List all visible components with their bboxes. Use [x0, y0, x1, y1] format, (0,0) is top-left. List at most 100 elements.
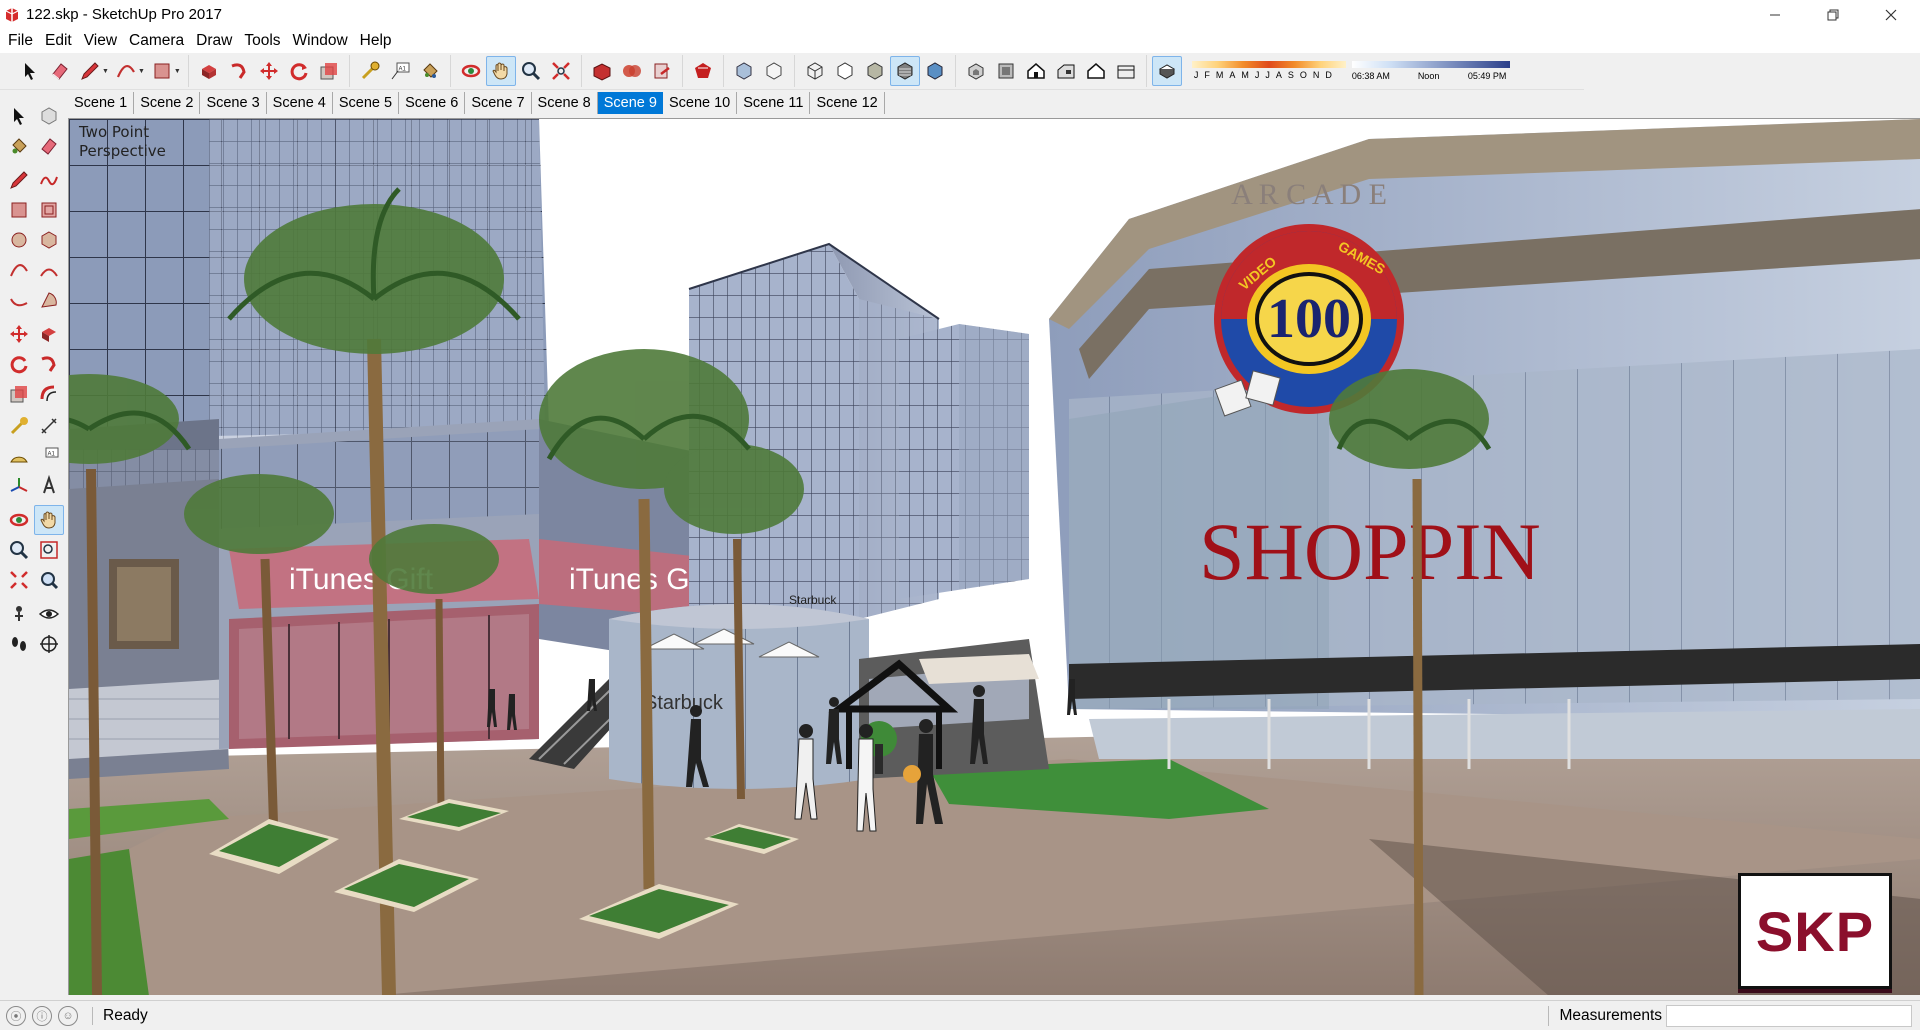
- geolocation-icon[interactable]: ⦿: [6, 1005, 26, 1026]
- lt-pie-button[interactable]: [34, 285, 64, 315]
- back-view-button[interactable]: [1081, 56, 1111, 86]
- menu-file[interactable]: File: [2, 29, 39, 53]
- follow-me-button[interactable]: [224, 56, 254, 86]
- tab-scene-6[interactable]: Scene 6: [399, 92, 466, 114]
- menu-tools[interactable]: Tools: [238, 29, 286, 53]
- lt-rotated-rectangle-button[interactable]: [34, 195, 64, 225]
- lt-eraser-button[interactable]: [34, 131, 64, 161]
- scale-tool-button[interactable]: [314, 56, 344, 86]
- lt-position-camera-button[interactable]: [4, 599, 34, 629]
- back-edges-style-button[interactable]: [759, 56, 789, 86]
- shadows-toggle-button[interactable]: [1151, 56, 1182, 86]
- rotate-tool-button[interactable]: [284, 56, 314, 86]
- lt-zoom-window-button[interactable]: [34, 535, 64, 565]
- lt-rectangle-button[interactable]: [4, 195, 34, 225]
- restore-button[interactable]: [1804, 0, 1862, 29]
- tab-scene-7[interactable]: Scene 7: [465, 92, 532, 114]
- lt-push-pull-button[interactable]: [34, 319, 64, 349]
- tab-scene-1[interactable]: Scene 1: [68, 92, 135, 114]
- tab-scene-11[interactable]: Scene 11: [737, 92, 811, 114]
- tab-scene-2[interactable]: Scene 2: [134, 92, 201, 114]
- text-tool-button[interactable]: A1: [385, 56, 415, 86]
- lt-zoom-button[interactable]: [4, 535, 34, 565]
- top-view-button[interactable]: [991, 56, 1021, 86]
- lt-axes-button[interactable]: [4, 471, 34, 501]
- shape-tool-button[interactable]: [147, 56, 177, 86]
- right-view-button[interactable]: [1051, 56, 1081, 86]
- left-view-button[interactable]: [1111, 56, 1141, 86]
- menu-camera[interactable]: Camera: [123, 29, 190, 53]
- tab-scene-9[interactable]: Scene 9: [597, 92, 663, 114]
- lt-arc-button[interactable]: [4, 255, 34, 285]
- move-tool-button[interactable]: [254, 56, 284, 86]
- lt-move-button[interactable]: [4, 319, 34, 349]
- tab-scene-10[interactable]: Scene 10: [663, 92, 738, 114]
- lt-make-component-button[interactable]: [34, 101, 64, 131]
- hidden-line-style-button[interactable]: [830, 56, 860, 86]
- xray-style-button[interactable]: [729, 56, 759, 86]
- tape-measure-button[interactable]: [355, 56, 385, 86]
- share-component-button[interactable]: [617, 56, 647, 86]
- minimize-button[interactable]: [1746, 0, 1804, 29]
- measurements-input[interactable]: [1666, 1005, 1912, 1027]
- lt-line-button[interactable]: [4, 165, 34, 195]
- front-view-button[interactable]: [1021, 56, 1051, 86]
- tab-scene-8[interactable]: Scene 8: [532, 92, 598, 114]
- menu-edit[interactable]: Edit: [39, 29, 78, 53]
- time-slider[interactable]: 06:38 AM Noon 05:49 PM: [1351, 58, 1510, 84]
- arc-tool-button[interactable]: [111, 56, 141, 86]
- share-model-button[interactable]: [647, 56, 677, 86]
- menu-view[interactable]: View: [78, 29, 123, 53]
- lt-section-plane-button[interactable]: [34, 629, 64, 659]
- line-tool-button[interactable]: [75, 56, 105, 86]
- pan-button[interactable]: [485, 56, 516, 86]
- tab-scene-4[interactable]: Scene 4: [267, 92, 333, 114]
- lt-offset-button[interactable]: [34, 379, 64, 409]
- user-account-icon[interactable]: ☺: [58, 1005, 78, 1026]
- tab-scene-5[interactable]: Scene 5: [333, 92, 400, 114]
- shaded-style-button[interactable]: [860, 56, 890, 86]
- select-tool-button[interactable]: [15, 56, 45, 86]
- lt-3d-text-button[interactable]: [34, 471, 64, 501]
- push-pull-button[interactable]: [194, 56, 224, 86]
- shaded-textures-style-button[interactable]: [889, 56, 920, 86]
- tab-scene-3[interactable]: Scene 3: [200, 92, 267, 114]
- lt-zoom-extents-button[interactable]: [4, 565, 34, 595]
- lt-dimension-button[interactable]: [34, 411, 64, 441]
- lt-look-around-button[interactable]: [34, 599, 64, 629]
- extension-warehouse-button[interactable]: [688, 56, 718, 86]
- lt-circle-button[interactable]: [4, 225, 34, 255]
- lt-scale-button[interactable]: [4, 379, 34, 409]
- lt-tape-measure-button[interactable]: [4, 411, 34, 441]
- menu-help[interactable]: Help: [354, 29, 398, 53]
- lt-orbit-button[interactable]: [4, 505, 34, 535]
- lt-3point-arc-button[interactable]: [4, 285, 34, 315]
- month-slider[interactable]: J F M A M J J A S O N D: [1191, 58, 1346, 84]
- lt-text-button[interactable]: A1: [34, 441, 64, 471]
- eraser-tool-button[interactable]: [45, 56, 75, 86]
- monochrome-style-button[interactable]: [920, 56, 950, 86]
- lt-polygon-button[interactable]: [34, 225, 64, 255]
- credits-icon[interactable]: ⓘ: [32, 1005, 52, 1026]
- paint-bucket-button[interactable]: [415, 56, 445, 86]
- model-viewport[interactable]: iTunes Gift iTunes Gift Starbuck Starbu: [68, 118, 1920, 995]
- lt-2point-arc-button[interactable]: [34, 255, 64, 285]
- orbit-button[interactable]: [456, 56, 486, 86]
- wireframe-style-button[interactable]: [800, 56, 830, 86]
- tab-scene-12[interactable]: Scene 12: [810, 92, 885, 114]
- zoom-button[interactable]: [516, 56, 546, 86]
- lt-protractor-button[interactable]: [4, 441, 34, 471]
- lt-paint-bucket-button[interactable]: [4, 131, 34, 161]
- lt-follow-me-button[interactable]: [34, 349, 64, 379]
- lt-select-button[interactable]: [4, 101, 34, 131]
- menu-window[interactable]: Window: [287, 29, 354, 53]
- lt-rotate-button[interactable]: [4, 349, 34, 379]
- lt-pan-button[interactable]: [34, 505, 64, 535]
- close-button[interactable]: [1862, 0, 1920, 29]
- lt-freehand-button[interactable]: [34, 165, 64, 195]
- lt-walk-button[interactable]: [4, 629, 34, 659]
- zoom-extents-button[interactable]: [546, 56, 576, 86]
- lt-previous-view-button[interactable]: [34, 565, 64, 595]
- 3d-warehouse-button[interactable]: [587, 56, 617, 86]
- menu-draw[interactable]: Draw: [190, 29, 238, 53]
